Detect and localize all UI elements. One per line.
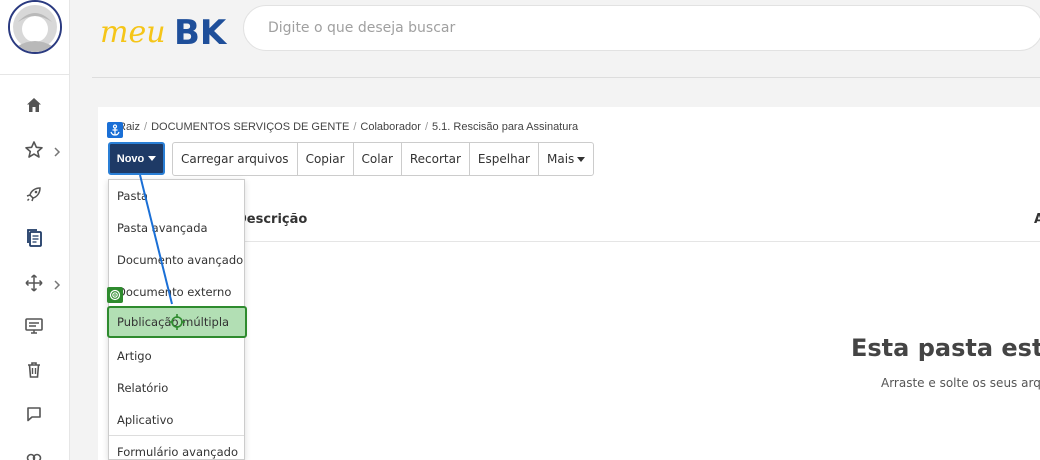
link-icon[interactable] xyxy=(22,444,46,460)
header-divider xyxy=(92,77,1040,78)
table-header-divider xyxy=(245,241,1040,242)
breadcrumb-item[interactable]: DOCUMENTOS SERVIÇOS DE GENTE xyxy=(151,121,349,133)
menu-item-advanced-document[interactable]: Documento avançado xyxy=(109,244,244,276)
presentation-icon[interactable] xyxy=(22,314,46,338)
menu-item-external-document[interactable]: Documento externo xyxy=(109,276,244,308)
home-icon[interactable] xyxy=(22,93,46,117)
cut-button[interactable]: Recortar xyxy=(402,143,470,175)
new-dropdown-menu: Pasta Pasta avançada Documento avançado … xyxy=(107,179,247,460)
sidebar xyxy=(0,0,70,460)
more-button[interactable]: Mais xyxy=(539,143,593,175)
upload-files-button[interactable]: Carregar arquivos xyxy=(173,143,298,175)
chevron-right-icon[interactable] xyxy=(53,276,63,290)
caret-down-icon xyxy=(577,156,586,162)
column-header-partial[interactable]: A xyxy=(1034,212,1040,227)
breadcrumb: Raiz / DOCUMENTOS SERVIÇOS DE GENTE / Colabo… xyxy=(118,121,578,133)
toolbar: Carregar arquivos Copiar Colar Recortar … xyxy=(172,142,595,176)
top-header: meu BK xyxy=(70,0,1040,75)
mirror-button[interactable]: Espelhar xyxy=(470,143,539,175)
menu-item-advanced-folder[interactable]: Pasta avançada xyxy=(109,212,244,244)
user-avatar[interactable] xyxy=(8,0,62,54)
rocket-icon[interactable] xyxy=(22,182,46,206)
meubk-logo[interactable]: meu BK xyxy=(100,6,240,53)
new-button-label: Novo xyxy=(116,152,145,165)
menu-item-report[interactable]: Relatório xyxy=(109,372,244,404)
menu-item-article[interactable]: Artigo xyxy=(109,340,244,372)
sidebar-divider xyxy=(0,74,70,75)
target-icon xyxy=(107,287,123,303)
breadcrumb-separator: / xyxy=(353,121,357,133)
caret-down-icon xyxy=(148,156,157,161)
breadcrumb-separator: / xyxy=(144,121,148,133)
menu-item-application[interactable]: Aplicativo xyxy=(109,404,244,436)
column-header-description[interactable]: Descrição xyxy=(236,212,307,227)
menu-item-multiple-publication[interactable]: Publicação múltipla xyxy=(107,306,247,338)
anchor-icon xyxy=(107,122,123,138)
arrows-move-icon[interactable] xyxy=(22,271,46,295)
empty-state-subtitle: Arraste e solte os seus arq xyxy=(881,376,1040,390)
star-icon[interactable] xyxy=(22,138,46,162)
menu-item-advanced-form[interactable]: Formulário avançado xyxy=(109,436,244,460)
breadcrumb-separator: / xyxy=(424,121,428,133)
breadcrumb-item[interactable]: Colaborador xyxy=(360,121,421,133)
user-avatar-icon xyxy=(10,2,60,52)
chevron-right-icon[interactable] xyxy=(53,143,63,157)
paste-button[interactable]: Colar xyxy=(354,143,402,175)
breadcrumb-item-current: 5.1. Rescisão para Assinatura xyxy=(432,121,579,133)
empty-state-title: Esta pasta est xyxy=(851,334,1040,362)
copy-button[interactable]: Copiar xyxy=(298,143,354,175)
new-button[interactable]: Novo xyxy=(108,142,165,175)
trash-icon[interactable] xyxy=(22,358,46,382)
chat-icon[interactable] xyxy=(22,402,46,426)
search-input[interactable] xyxy=(243,5,1040,51)
logo-suffix: BK xyxy=(174,13,228,52)
logo-prefix: meu xyxy=(100,15,166,50)
menu-item-folder[interactable]: Pasta xyxy=(109,180,244,212)
documents-icon[interactable] xyxy=(22,226,46,250)
